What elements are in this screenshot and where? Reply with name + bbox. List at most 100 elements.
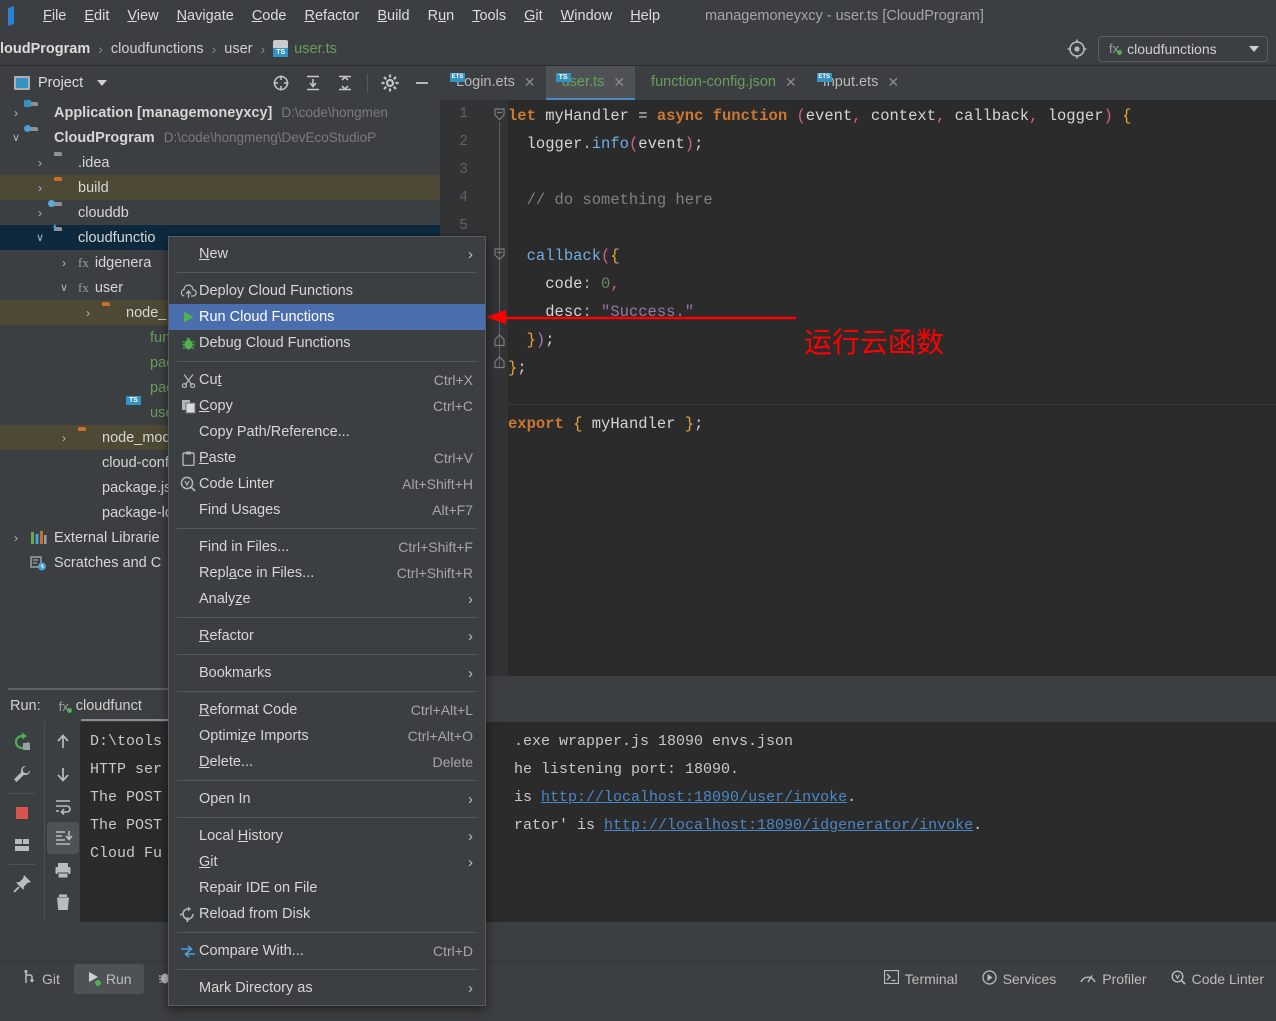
breadcrumb-item-user[interactable]: user [224,41,252,57]
menu-item-refactor[interactable]: Refactor [296,5,369,27]
status-item-code-linter[interactable]: Code Linter [1159,964,1276,994]
editor-tab-login-ets[interactable]: Login.ets ✕ [440,66,546,100]
close-icon[interactable]: ✕ [613,74,625,91]
scroll-up-icon[interactable] [47,726,79,758]
gear-icon[interactable] [380,73,400,93]
context-menu-item-copy[interactable]: Copy Ctrl+C [169,393,485,419]
breadcrumb-item-cloudfunctions[interactable]: cloudfunctions [111,41,204,57]
chevron-down-icon[interactable] [1249,45,1259,52]
context-menu-item-run-cloud-functions[interactable]: Run Cloud Functions [169,304,485,330]
tree-row[interactable]: › .idea [0,150,440,175]
context-menu[interactable]: New › Deploy Cloud Functions Run Cloud Func… [168,236,486,1006]
context-menu-item-find-in-files[interactable]: Find in Files... Ctrl+Shift+F [169,534,485,560]
context-menu-item-cut[interactable]: Cut Ctrl+X [169,367,485,393]
console-link[interactable]: http://localhost:18090/user/invoke [541,789,847,806]
context-menu-item-find-usages[interactable]: Find Usages Alt+F7 [169,497,485,523]
run-configuration-selector[interactable]: fx cloudfunctions [1098,35,1268,62]
context-menu-item-open-in[interactable]: Open In › [169,786,485,812]
chevron-right-icon[interactable]: › [32,156,48,170]
status-item-profiler[interactable]: Profiler [1068,964,1158,994]
chevron-down-icon[interactable]: ∨ [32,231,48,244]
code-editor[interactable]: 1 2 3 4 5 let myHandler = async function… [440,100,1276,676]
breadcrumb-item-project[interactable]: loudProgram [0,41,90,57]
status-item-services[interactable]: Services [970,964,1069,994]
run-panel-config-tab[interactable]: fx cloudfunct [59,698,177,721]
fold-marker-collapse-icon[interactable] [493,108,506,121]
trash-icon[interactable] [47,886,79,918]
layout-icon[interactable] [6,829,38,861]
chevron-down-icon[interactable] [97,80,108,86]
close-icon[interactable]: ✕ [887,74,899,91]
context-menu-item-debug-cloud-functions[interactable]: Debug Cloud Functions [169,330,485,356]
soft-wrap-icon[interactable] [47,790,79,822]
context-menu-item-new[interactable]: New › [169,241,485,267]
close-icon[interactable]: ✕ [524,74,536,91]
tree-row[interactable]: › Application [managemoneyxcy] D:\code\hon… [0,100,440,125]
chevron-right-icon[interactable]: › [56,256,72,270]
context-menu-item-optimize-imports[interactable]: Optimize Imports Ctrl+Alt+O [169,723,485,749]
context-menu-item-delete[interactable]: Delete... Delete [169,749,485,775]
editor-code-content[interactable]: let myHandler = async function (event, c… [508,100,1276,676]
collapse-all-icon[interactable] [335,73,355,93]
menu-item-run[interactable]: Run [419,5,464,27]
status-item-git[interactable]: Git [10,964,72,994]
minimize-icon[interactable] [412,73,432,93]
status-item-run[interactable]: Run [73,963,144,994]
context-menu-item-paste[interactable]: Paste Ctrl+V [169,445,485,471]
chevron-right-icon[interactable]: › [32,206,48,220]
print-icon[interactable] [47,854,79,886]
chevron-right-icon[interactable]: › [32,181,48,195]
tree-row[interactable]: › clouddb [0,200,440,225]
chevron-right-icon[interactable]: › [8,531,24,545]
locate-file-icon[interactable] [271,73,291,93]
console-link[interactable]: http://localhost:18090/idgenerator/invok… [604,817,973,834]
menu-item-tools[interactable]: Tools [463,5,515,27]
menu-item-view[interactable]: View [118,5,167,27]
editor-tab-input-ets[interactable]: Input.ets ✕ [807,66,909,100]
menu-item-git[interactable]: Git [515,5,552,27]
menu-item-window[interactable]: Window [552,5,622,27]
context-menu-item-reformat-code[interactable]: Reformat Code Ctrl+Alt+L [169,697,485,723]
tree-row[interactable]: ∨ CloudProgram D:\code\hongmeng\DevEcoStud… [0,125,440,150]
menu-item-code[interactable]: Code [243,5,296,27]
fold-marker-collapse-icon[interactable] [493,248,506,261]
fold-marker-end-icon[interactable] [493,334,506,347]
context-menu-item-code-linter[interactable]: Code Linter Alt+Shift+H [169,471,485,497]
scroll-down-icon[interactable] [47,758,79,790]
context-menu-item-repair-ide-on-file[interactable]: Repair IDE on File [169,875,485,901]
context-menu-item-analyze[interactable]: Analyze › [169,586,485,612]
pin-icon[interactable] [6,868,38,900]
editor-tab-function-config-json[interactable]: function-config.json ✕ [635,66,807,100]
scroll-to-end-icon[interactable] [46,822,79,854]
context-menu-item-bookmarks[interactable]: Bookmarks › [169,660,485,686]
menu-item-build[interactable]: Build [368,5,418,27]
context-menu-item-replace-in-files[interactable]: Replace in Files... Ctrl+Shift+R [169,560,485,586]
tree-row[interactable]: › build [0,175,440,200]
breadcrumb-item-file[interactable]: user.ts [294,41,337,57]
rerun-icon[interactable] [6,726,38,758]
settings-wrench-icon[interactable] [6,758,38,790]
stop-icon[interactable] [6,797,38,829]
chevron-right-icon[interactable]: › [8,106,24,120]
editor-tab-user-ts[interactable]: user.ts ✕ [545,66,636,100]
context-menu-item-git[interactable]: Git › [169,849,485,875]
fold-marker-end-icon[interactable] [493,356,506,369]
chevron-down-icon[interactable]: ∨ [8,131,24,144]
chevron-right-icon[interactable]: › [56,431,72,445]
menu-item-help[interactable]: Help [621,5,669,27]
target-device-icon[interactable] [1066,38,1088,60]
context-menu-item-reload-from-disk[interactable]: Reload from Disk [169,901,485,927]
context-menu-item-local-history[interactable]: Local History › [169,823,485,849]
menu-item-edit[interactable]: Edit [75,5,118,27]
context-menu-item-deploy-cloud-functions[interactable]: Deploy Cloud Functions [169,278,485,304]
chevron-down-icon[interactable]: ∨ [56,281,72,294]
context-menu-item-mark-directory-as[interactable]: Mark Directory as › [169,975,485,1001]
expand-all-icon[interactable] [303,73,323,93]
status-item-terminal[interactable]: Terminal [872,964,970,994]
context-menu-item-compare-with[interactable]: Compare With... Ctrl+D [169,938,485,964]
context-menu-item-copy-path-reference[interactable]: Copy Path/Reference... [169,419,485,445]
chevron-right-icon[interactable]: › [80,306,96,320]
context-menu-item-refactor[interactable]: Refactor › [169,623,485,649]
menu-item-navigate[interactable]: Navigate [168,5,243,27]
menu-item-file[interactable]: File [34,5,75,27]
